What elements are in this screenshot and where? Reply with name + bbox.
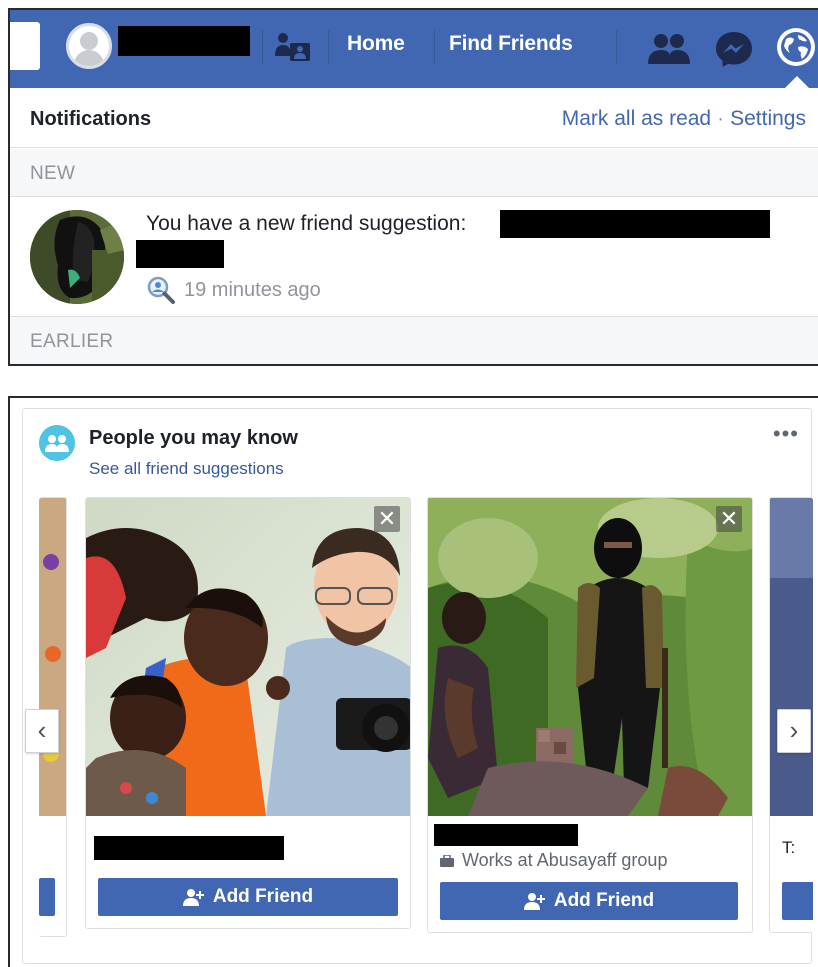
dropdown-caret: [785, 76, 809, 88]
suggestion-photo: [770, 498, 813, 816]
nav-find-friends-link[interactable]: Find Friends: [449, 32, 573, 56]
settings-link[interactable]: Settings: [730, 107, 806, 130]
divider: [434, 30, 435, 64]
redacted-name: [94, 836, 284, 860]
notifications-globe-icon[interactable]: [774, 25, 818, 69]
add-friend-button[interactable]: [782, 882, 813, 920]
notification-avatar: [30, 210, 124, 304]
suggestion-photo: [428, 498, 752, 816]
notifications-panel-screenshot: Home Find Friends Notifications Mark all…: [8, 8, 818, 366]
add-friend-button[interactable]: [39, 878, 55, 916]
section-earlier: EARLIER: [10, 316, 818, 364]
close-icon[interactable]: ✕: [716, 506, 742, 532]
people-icon: [39, 425, 75, 461]
friend-suggestion-magnifier-icon: [147, 276, 175, 304]
carousel-prev-button[interactable]: ‹: [25, 709, 59, 753]
notification-item[interactable]: You have a new friend suggestion: 19 min…: [10, 198, 818, 316]
profile-avatar[interactable]: [66, 23, 112, 69]
suggestion-photo: [86, 498, 410, 816]
add-friend-icon: [523, 893, 545, 910]
see-all-suggestions-link[interactable]: See all friend suggestions: [89, 459, 284, 479]
add-friend-icon: [182, 889, 204, 906]
suggestion-card: ✕ Works at Abusayaff group Add Friend: [427, 497, 753, 933]
divider: [328, 30, 329, 64]
suggestion-photo: [39, 498, 66, 816]
notification-text: You have a new friend suggestion:: [146, 212, 467, 235]
redacted-name: [500, 210, 770, 238]
nav-home-link[interactable]: Home: [347, 32, 405, 56]
notification-meta: 19 minutes ago: [146, 276, 321, 304]
pymk-title: People you may know: [89, 427, 298, 449]
work-info: Works at Abusayaff group: [440, 850, 667, 871]
section-new-label: NEW: [30, 163, 76, 184]
add-friend-label: Add Friend: [212, 886, 314, 907]
divider: [262, 30, 263, 64]
friends-icon[interactable]: [646, 32, 692, 66]
separator-dot: ·: [717, 107, 725, 130]
friend-requests-icon[interactable]: [272, 30, 314, 66]
mark-all-read-link[interactable]: Mark all as read: [562, 107, 711, 130]
notifications-header: Notifications Mark all as read · Settings: [10, 88, 818, 148]
carousel-next-button[interactable]: ›: [777, 709, 811, 753]
briefcase-icon: [440, 854, 454, 867]
section-earlier-label: EARLIER: [30, 331, 114, 352]
work-text: Works at Abusayaff group: [462, 850, 668, 870]
redacted-profile-name: [118, 26, 250, 56]
top-navigation-bar: Home Find Friends: [10, 10, 818, 88]
add-friend-button[interactable]: Add Friend: [98, 878, 398, 916]
close-icon[interactable]: ✕: [374, 506, 400, 532]
notifications-title: Notifications: [30, 108, 152, 130]
more-options-icon[interactable]: •••: [773, 421, 799, 447]
notification-time: 19 minutes ago: [184, 278, 321, 301]
add-friend-button[interactable]: Add Friend: [440, 882, 738, 920]
messenger-icon[interactable]: [714, 29, 754, 69]
search-input[interactable]: [10, 22, 40, 70]
redacted-name: [434, 824, 578, 846]
redacted-name: [136, 240, 224, 268]
divider: [616, 30, 617, 64]
notifications-actions: Mark all as read · Settings: [562, 107, 806, 131]
add-friend-label: Add Friend: [553, 890, 655, 911]
people-you-may-know-screenshot: People you may know See all friend sugge…: [8, 396, 818, 967]
suggestion-card: ✕ Add Friend: [85, 497, 411, 929]
partial-name-text: T:: [782, 838, 796, 857]
people-you-may-know-card: People you may know See all friend sugge…: [22, 408, 813, 964]
section-new: NEW: [10, 149, 818, 197]
